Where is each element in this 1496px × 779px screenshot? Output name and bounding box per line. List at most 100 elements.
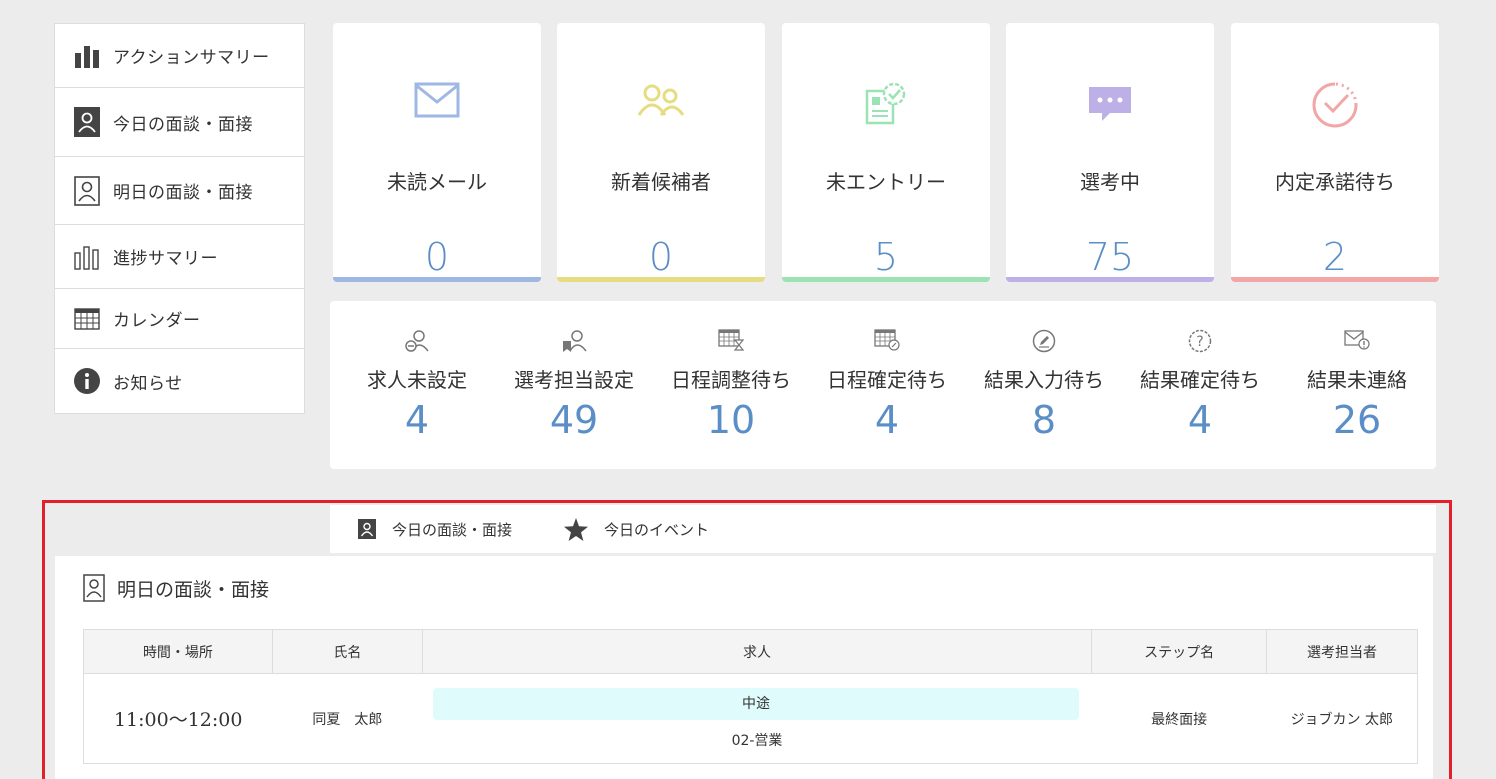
card-not-entered[interactable]: 未エントリー 5 xyxy=(782,23,990,282)
stat-label: 結果入力待ち xyxy=(984,368,1104,392)
calendar-hourglass-icon xyxy=(653,329,809,351)
calendar-icon xyxy=(73,305,101,333)
card-value: 2 xyxy=(1322,235,1348,279)
person-badge-outline-icon xyxy=(83,574,105,602)
stat-value: 8 xyxy=(1031,398,1057,442)
stat-result-not-notified[interactable]: 結果未連絡 26 xyxy=(1279,301,1435,469)
sidebar-item-action-summary[interactable]: アクションサマリー xyxy=(55,24,304,88)
sidebar-item-label: アクションサマリー xyxy=(113,48,270,68)
card-value: 75 xyxy=(1085,235,1135,279)
card-value: 0 xyxy=(648,235,674,279)
tomorrow-interviews-panel: 明日の面談・面接 時間・場所 氏名 求人 ステップ名 選考担当者 11:00〜1… xyxy=(55,556,1433,779)
step-cell: 最終面接 xyxy=(1091,673,1267,764)
column-header[interactable]: ステップ名 xyxy=(1091,629,1268,674)
card-unread-mail[interactable]: 未読メール 0 xyxy=(333,23,541,282)
stat-label: 結果未連絡 xyxy=(1307,368,1407,392)
stat-value: 10 xyxy=(706,398,756,442)
stat-result-confirming[interactable]: ? 結果確定待ち 4 xyxy=(1122,301,1278,469)
tab-label: 今日のイベント xyxy=(604,520,710,539)
person-badge-outline-icon xyxy=(73,175,101,206)
sidebar-nav: アクションサマリー 今日の面談・面接 明日の面談・面接 進捗サマリー カレンダー… xyxy=(54,23,305,414)
candidate-name-link[interactable]: 同夏 太郎 xyxy=(272,673,423,764)
owner-cell: ジョブカン 太郎 xyxy=(1266,673,1418,764)
column-header[interactable]: 氏名 xyxy=(271,629,423,674)
stat-result-input[interactable]: 結果入力待ち 8 xyxy=(966,301,1122,469)
column-header[interactable]: 時間・場所 xyxy=(83,629,273,674)
progress-bars-icon xyxy=(73,243,101,271)
card-accent-bar xyxy=(1231,277,1439,282)
interview-table: 時間・場所 氏名 求人 ステップ名 選考担当者 11:00〜12:00 同夏 太… xyxy=(83,629,1418,764)
time-cell: 11:00〜12:00 xyxy=(83,673,273,764)
calendar-pending-icon xyxy=(809,329,965,351)
sidebar-item-label: お知らせ xyxy=(113,373,183,394)
star-icon xyxy=(564,517,588,541)
stat-job-unset[interactable]: 求人未設定 4 xyxy=(339,301,495,469)
stat-value: 4 xyxy=(404,398,430,442)
info-icon xyxy=(73,367,101,395)
chat-bubble-icon xyxy=(1006,81,1214,123)
mail-icon xyxy=(333,81,541,119)
mail-alert-icon xyxy=(1279,329,1435,351)
sidebar-item-notices[interactable]: お知らせ xyxy=(55,349,304,413)
card-accent-bar xyxy=(1006,277,1214,282)
card-accent-bar xyxy=(557,277,765,282)
person-bookmark-icon xyxy=(496,329,652,353)
stat-label: 結果確定待ち xyxy=(1140,368,1260,392)
bar-chart-icon xyxy=(73,42,101,70)
sidebar-item-today-interviews[interactable]: 今日の面談・面接 xyxy=(55,88,304,157)
job-name-link[interactable]: 02-営業 xyxy=(422,730,1091,750)
tab-label: 今日の面談・面接 xyxy=(392,520,513,539)
card-new-candidates[interactable]: 新着候補者 0 xyxy=(557,23,765,282)
person-badge-filled-icon xyxy=(358,519,376,539)
stat-schedule-confirming[interactable]: 日程確定待ち 4 xyxy=(809,301,965,469)
stat-value: 4 xyxy=(1187,398,1213,442)
card-in-selection[interactable]: 選考中 75 xyxy=(1006,23,1214,282)
card-accent-bar xyxy=(333,277,541,282)
sidebar-item-progress-summary[interactable]: 進捗サマリー xyxy=(55,225,304,289)
stat-label: 日程確定待ち xyxy=(827,368,947,392)
stat-label: 日程調整待ち xyxy=(671,368,791,392)
card-value: 0 xyxy=(424,235,450,279)
sidebar-item-label: 明日の面談・面接 xyxy=(113,183,253,203)
pen-circle-icon xyxy=(966,329,1122,353)
tab-today-events[interactable]: 今日のイベント xyxy=(564,505,709,553)
card-label: 選考中 xyxy=(1080,170,1140,194)
check-circle-icon xyxy=(1231,81,1439,129)
sidebar-item-label: 進捗サマリー xyxy=(113,249,218,269)
svg-text:?: ? xyxy=(1196,334,1203,350)
selection-status-panel: 求人未設定 4 選考担当設定 49 日程調整待ち 10 日程確定待ち 4 結果入… xyxy=(330,301,1436,469)
schedule-tabs: 今日の面談・面接 今日のイベント xyxy=(330,505,1436,553)
sidebar-item-tomorrow-interviews[interactable]: 明日の面談・面接 xyxy=(55,157,304,225)
person-badge-filled-icon xyxy=(73,107,101,137)
card-label: 未エントリー xyxy=(826,170,946,194)
stat-value: 26 xyxy=(1332,398,1382,442)
card-accent-bar xyxy=(782,277,990,282)
table-row[interactable]: 11:00〜12:00 同夏 太郎 中途 02-営業 最終面接 ジョブカン 太郎 xyxy=(83,673,1418,764)
person-minus-icon xyxy=(339,329,495,353)
question-circle-icon: ? xyxy=(1122,329,1278,353)
card-label: 内定承諾待ち xyxy=(1275,170,1395,194)
card-label: 新着候補者 xyxy=(611,170,711,194)
stat-schedule-adjusting[interactable]: 日程調整待ち 10 xyxy=(653,301,809,469)
column-header[interactable]: 求人 xyxy=(421,629,1093,674)
job-type-tag: 中途 xyxy=(433,687,1079,720)
stat-label: 選考担当設定 xyxy=(514,368,634,392)
card-value: 5 xyxy=(873,235,899,279)
stat-value: 4 xyxy=(874,398,900,442)
people-icon xyxy=(557,81,765,119)
card-label: 未読メール xyxy=(387,170,487,194)
stat-value: 49 xyxy=(549,398,599,442)
tab-today-interviews[interactable]: 今日の面談・面接 xyxy=(358,505,512,553)
card-offer-pending[interactable]: 内定承諾待ち 2 xyxy=(1231,23,1439,282)
panel-title-text: 明日の面談・面接 xyxy=(117,578,270,601)
panel-title: 明日の面談・面接 xyxy=(83,574,269,602)
sidebar-item-label: 今日の面談・面接 xyxy=(113,114,253,135)
job-cell: 中途 02-営業 xyxy=(422,673,1092,764)
column-header[interactable]: 選考担当者 xyxy=(1266,629,1418,674)
stat-owner-setting[interactable]: 選考担当設定 49 xyxy=(496,301,652,469)
document-check-icon xyxy=(782,81,990,127)
table-header-row: 時間・場所 氏名 求人 ステップ名 選考担当者 xyxy=(83,629,1418,674)
sidebar-item-calendar[interactable]: カレンダー xyxy=(55,289,304,349)
sidebar-item-label: カレンダー xyxy=(113,311,201,331)
stat-label: 求人未設定 xyxy=(367,368,467,392)
